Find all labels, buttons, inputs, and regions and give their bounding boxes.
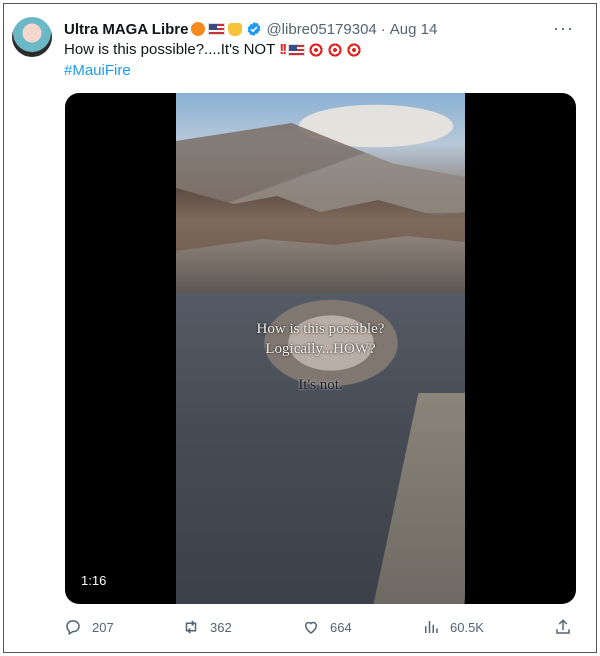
- hashtag-link[interactable]: #MauiFire: [64, 62, 131, 79]
- fist-icon: [228, 22, 243, 36]
- reply-icon: [66, 620, 80, 636]
- heart-icon: [304, 621, 318, 634]
- tweet-text-body: How is this possible?....It's NOT: [64, 41, 276, 58]
- verified-badge-icon: [248, 22, 261, 36]
- reply-count: 207: [92, 619, 114, 635]
- video-player[interactable]: How is this possible? Logically...HOW? I…: [65, 93, 576, 604]
- retweet-count: 362: [210, 619, 232, 635]
- us-flag-icon: [288, 43, 306, 56]
- double-exclamation-icon: !!: [279, 41, 287, 58]
- video-duration: 1:16: [81, 573, 107, 588]
- views-count: 60.5K: [450, 619, 484, 635]
- retweet-button[interactable]: 362: [182, 618, 232, 636]
- share-icon: [556, 619, 570, 634]
- author-handle[interactable]: @libre05179304: [266, 21, 376, 38]
- tweet-actions: 207 362 664 60.5K: [64, 618, 584, 640]
- video-caption-line-3: It's not.: [298, 377, 343, 393]
- target-icon: [327, 41, 344, 58]
- tweet-date[interactable]: Aug 14: [390, 21, 438, 38]
- retweet-icon: [185, 620, 197, 634]
- target-icon: [308, 41, 325, 58]
- name-emojis: [190, 22, 243, 36]
- author-name[interactable]: Ultra MAGA Libre: [64, 21, 188, 38]
- tweet-card: Ultra MAGA Libre @libre05179304 · Aug 14…: [3, 3, 597, 653]
- avatar[interactable]: [12, 17, 52, 57]
- tweet-header: Ultra MAGA Libre @libre05179304 · Aug 14: [64, 18, 566, 40]
- orange-circle-icon: [191, 22, 206, 36]
- video-caption-line-1: How is this possible?: [256, 321, 385, 337]
- separator: ·: [380, 20, 386, 38]
- like-button[interactable]: 664: [302, 618, 352, 636]
- share-button[interactable]: [554, 618, 572, 636]
- target-icon: [346, 41, 363, 58]
- analytics-icon: [425, 621, 438, 633]
- like-count: 664: [330, 619, 352, 635]
- burned-car-wreck: [246, 288, 416, 388]
- views-button[interactable]: 60.5K: [422, 618, 484, 636]
- reply-button[interactable]: 207: [64, 618, 114, 636]
- more-options-icon[interactable]: ···: [553, 18, 574, 39]
- video-caption-line-2: Logically...HOW?: [265, 341, 376, 357]
- us-flag-icon: [208, 23, 226, 35]
- tweet-text: How is this possible?....It's NOT !!: [64, 41, 363, 58]
- video-frame: How is this possible? Logically...HOW? I…: [176, 93, 465, 604]
